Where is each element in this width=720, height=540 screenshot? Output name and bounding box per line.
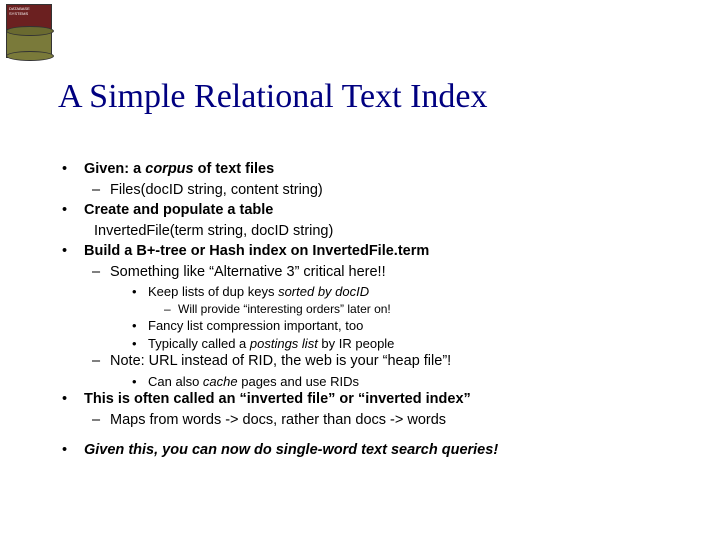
subbullet-url: –Note: URL instead of RID, the web is yo…	[92, 352, 680, 372]
bullet-conclusion: •Given this, you can now do single-word …	[62, 441, 680, 461]
bullet-given: •Given: a corpus of text files	[62, 160, 680, 180]
slide-body: •Given: a corpus of text files –Files(do…	[62, 160, 680, 462]
slide-title: A Simple Relational Text Index	[58, 78, 487, 116]
inverted-schema: InvertedFile(term string, docID string)	[94, 222, 680, 242]
subbullet-files: –Files(docID string, content string)	[92, 181, 680, 201]
subbullet-postings: •Typically called a postings list by IR …	[132, 335, 680, 353]
subbullet-fancy: •Fancy list compression important, too	[132, 317, 680, 335]
subbullet-orders: –Will provide “interesting orders” later…	[164, 301, 680, 317]
bullet-inverted-index: •This is often called an “inverted file”…	[62, 390, 680, 410]
logo: DATABASESYSTEMS	[6, 4, 56, 58]
subbullet-maps: –Maps from words -> docs, rather than do…	[92, 411, 680, 431]
subbullet-dup: •Keep lists of dup keys sorted by docID	[132, 283, 680, 301]
logo-cylinder	[6, 30, 52, 58]
subbullet-alt3: –Something like “Alternative 3” critical…	[92, 263, 680, 283]
bullet-btree: •Build a B+-tree or Hash index on Invert…	[62, 242, 680, 262]
subbullet-cache: •Can also cache pages and use RIDs	[132, 373, 680, 391]
bullet-create: •Create and populate a table	[62, 201, 680, 221]
